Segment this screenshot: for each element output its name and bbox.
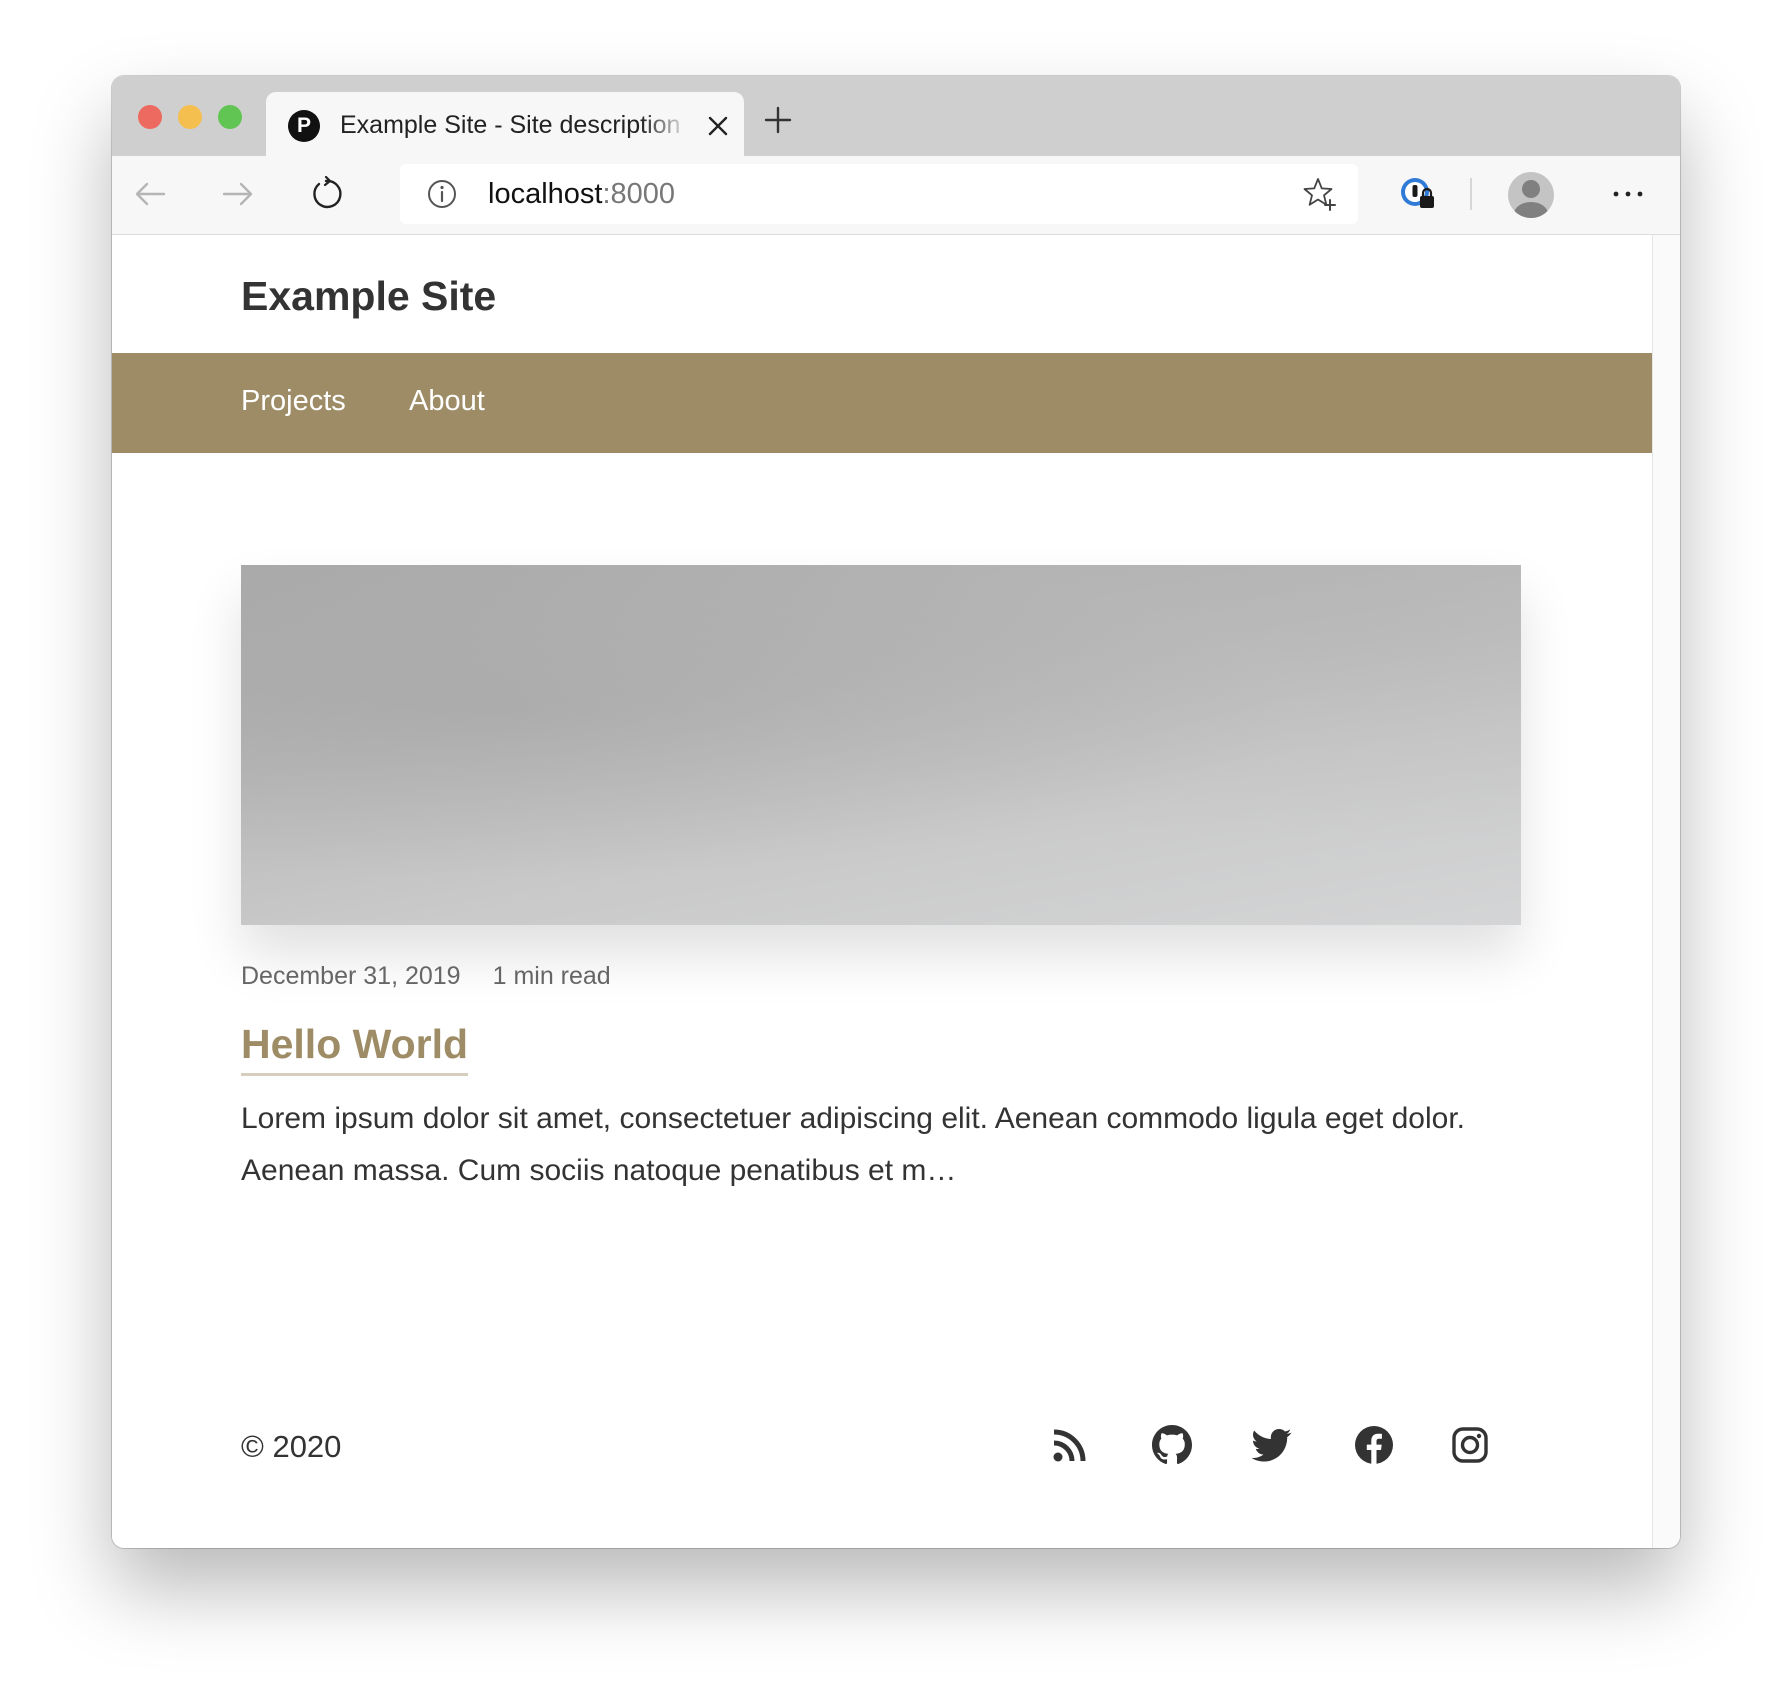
site-nav: Projects About bbox=[112, 353, 1652, 453]
browser-window: P Example Site - Site description localh… bbox=[112, 76, 1680, 1548]
profile-avatar[interactable] bbox=[1508, 172, 1554, 218]
reload-icon[interactable] bbox=[306, 174, 346, 214]
site-title[interactable]: Example Site bbox=[241, 273, 496, 320]
footer-copyright: © 2020 bbox=[241, 1429, 342, 1464]
close-window-button[interactable] bbox=[138, 105, 162, 129]
address-bar[interactable]: localhost:8000 bbox=[400, 164, 1358, 224]
info-icon[interactable] bbox=[426, 178, 458, 210]
github-icon[interactable] bbox=[1152, 1425, 1192, 1465]
instagram-icon[interactable] bbox=[1450, 1425, 1490, 1465]
browser-tab[interactable]: P Example Site - Site description bbox=[266, 92, 744, 156]
address-host: localhost bbox=[488, 178, 603, 210]
rss-icon[interactable] bbox=[1050, 1425, 1090, 1465]
toolbar-separator bbox=[1470, 178, 1472, 210]
password-manager-icon[interactable] bbox=[1398, 174, 1438, 214]
nav-link-projects[interactable]: Projects bbox=[241, 383, 346, 419]
post-meta: December 31, 2019 1 min read bbox=[241, 961, 611, 991]
forward-icon[interactable] bbox=[218, 174, 258, 214]
maximize-window-button[interactable] bbox=[218, 105, 242, 129]
close-icon[interactable] bbox=[704, 112, 732, 140]
address-url: localhost:8000 bbox=[488, 177, 675, 211]
tab-title: Example Site - Site description bbox=[340, 111, 681, 139]
more-icon[interactable] bbox=[1608, 174, 1648, 214]
twitter-icon[interactable] bbox=[1252, 1425, 1292, 1465]
facebook-icon[interactable] bbox=[1354, 1425, 1394, 1465]
tab-bar: P Example Site - Site description bbox=[112, 76, 1680, 156]
page-viewport: Example Site Projects About December 31,… bbox=[112, 235, 1652, 1548]
browser-toolbar: localhost:8000 bbox=[112, 156, 1680, 235]
back-icon[interactable] bbox=[130, 174, 170, 214]
post-title-link[interactable]: Hello World bbox=[241, 1019, 469, 1076]
favicon-icon: P bbox=[288, 110, 320, 142]
address-port: :8000 bbox=[602, 178, 676, 210]
scrollbar[interactable] bbox=[1652, 235, 1680, 1548]
minimize-window-button[interactable] bbox=[178, 105, 202, 129]
post-cover-image[interactable] bbox=[241, 565, 1521, 925]
new-tab-icon[interactable] bbox=[762, 104, 794, 136]
post-read-time: 1 min read bbox=[492, 962, 611, 990]
post-excerpt: Lorem ipsum dolor sit amet, consectetuer… bbox=[241, 1102, 1466, 1187]
favorite-star-icon[interactable] bbox=[1302, 176, 1338, 212]
nav-link-about[interactable]: About bbox=[409, 383, 485, 419]
post-date: December 31, 2019 bbox=[241, 962, 461, 990]
